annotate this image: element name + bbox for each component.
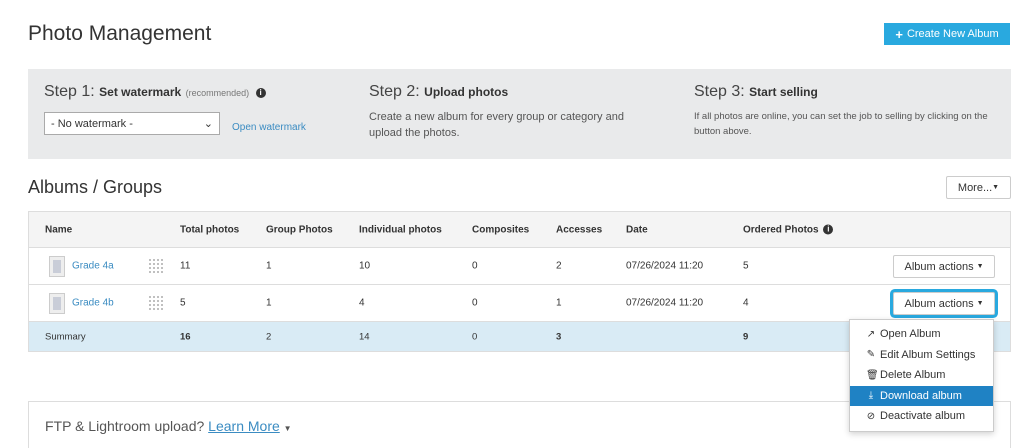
ftp-label: FTP & Lightroom upload? (45, 418, 205, 434)
learn-more-link[interactable]: Learn More (208, 418, 280, 434)
menu-item-delete-album[interactable]: 🗑 Delete Album (850, 365, 993, 386)
step-3-num: Step 3: (694, 83, 745, 100)
info-icon[interactable]: i (823, 224, 834, 234)
album-actions-label: Album actions (904, 297, 974, 310)
ftp-text: FTP & Lightroom upload? Learn More ▼ (45, 418, 292, 434)
table-header: Name Total photos Group Photos Individua… (29, 212, 1010, 248)
caret-down-icon: ▼ (992, 184, 1000, 191)
step-3-text: If all photos are online, you can set th… (694, 111, 988, 137)
col-accesses[interactable]: Accesses (556, 224, 602, 235)
create-new-album-button[interactable]: + Create New Album (884, 23, 1010, 45)
summary-ordered: 9 (743, 331, 749, 342)
composites: 0 (472, 297, 478, 309)
individual-photos: 10 (359, 260, 371, 272)
step-2-num: Step 2: (369, 83, 420, 100)
pencil-icon: ✎ (866, 349, 876, 361)
caret-down-icon: ▼ (976, 263, 984, 270)
album-thumbnail[interactable] (49, 293, 65, 314)
composites: 0 (472, 260, 478, 272)
album-name-link[interactable]: Grade 4b (72, 298, 114, 309)
total-photos: 11 (180, 260, 191, 272)
col-ordered-photos[interactable]: Ordered Photos i (743, 224, 834, 235)
col-name[interactable]: Name (45, 224, 72, 235)
menu-item-label: Download album (880, 389, 962, 402)
accesses: 2 (556, 260, 562, 272)
menu-item-label: Deactivate album (880, 410, 965, 423)
col-date[interactable]: Date (626, 224, 648, 235)
album-actions-menu: ↗ Open Album ✎ Edit Album Settings 🗑 Del… (849, 319, 994, 432)
menu-item-label: Delete Album (880, 369, 946, 382)
step-1-title: Step 1: Set watermark (recommended) i (44, 83, 266, 101)
watermark-select[interactable]: - No watermark - ⌄ (44, 112, 220, 135)
info-icon[interactable]: i (255, 88, 266, 98)
summary-label: Summary (45, 331, 86, 342)
step-2-heading: Upload photos (424, 85, 509, 99)
col-group-photos[interactable]: Group Photos (266, 224, 333, 235)
step-2-text: Create a new album for every group or ca… (369, 111, 624, 139)
ordered-photos: 4 (743, 297, 749, 309)
drag-handle-icon[interactable] (148, 258, 163, 275)
step-1-note: (recommended) (185, 88, 250, 98)
step-3-heading: Start selling (749, 85, 818, 99)
step-3: Step 3: Start selling If all photos are … (694, 83, 994, 139)
download-icon: ⤓ (868, 390, 874, 402)
group-photos: 1 (266, 297, 272, 309)
album-name-link[interactable]: Grade 4a (72, 261, 114, 272)
album-actions-label: Album actions (904, 260, 974, 273)
menu-item-label: Edit Album Settings (880, 348, 976, 361)
chevron-down-icon: ⌄ (203, 118, 213, 130)
steps-panel: Step 1: Set watermark (recommended) i - … (28, 69, 1011, 159)
album-thumbnail[interactable] (49, 256, 65, 277)
summary-group: 2 (266, 331, 272, 342)
summary-accesses: 3 (556, 331, 562, 342)
menu-item-edit-album-settings[interactable]: ✎ Edit Album Settings (850, 345, 993, 366)
col-composites[interactable]: Composites (472, 224, 529, 235)
date: 07/26/2024 11:20 (626, 297, 704, 309)
col-individual-photos[interactable]: Individual photos (359, 224, 442, 235)
step-3-title: Step 3: Start selling (694, 83, 994, 101)
individual-photos: 4 (359, 297, 365, 309)
drag-handle-icon[interactable] (148, 295, 163, 312)
ban-icon: ⊘ (866, 410, 876, 422)
albums-section-title: Albums / Groups (28, 177, 163, 197)
summary-composites: 0 (472, 331, 478, 342)
caret-down-icon: ▼ (976, 300, 984, 307)
plus-icon: + (895, 26, 903, 42)
menu-item-label: Open Album (880, 328, 941, 341)
table-row: Grade 4b 5 1 4 0 1 07/26/2024 11:20 4 Al… (29, 285, 1010, 322)
table-row: Grade 4a 11 1 10 0 2 07/26/2024 11:20 5 … (29, 248, 1010, 285)
menu-item-open-album[interactable]: ↗ Open Album (850, 324, 993, 345)
page-title: Photo Management (28, 22, 212, 45)
menu-item-download-album[interactable]: ⤓ Download album (850, 385, 993, 406)
menu-item-deactivate-album[interactable]: ⊘ Deactivate album (850, 406, 993, 427)
create-new-album-label: Create New Album (906, 28, 999, 40)
ordered-photos: 5 (743, 260, 749, 272)
col-total-photos[interactable]: Total photos (180, 224, 239, 235)
date: 07/26/2024 11:20 (626, 260, 704, 272)
step-1-num: Step 1: (44, 83, 95, 100)
trash-icon: 🗑 (866, 369, 879, 381)
more-label: More... (957, 181, 993, 194)
step-2: Step 2: Upload photos Create a new album… (369, 83, 649, 141)
step-1-heading: Set watermark (99, 85, 182, 99)
open-watermark-link[interactable]: Open watermark (232, 122, 306, 133)
accesses: 1 (556, 297, 562, 309)
watermark-select-value: - No watermark - (51, 117, 133, 130)
step-2-title: Step 2: Upload photos (369, 83, 649, 101)
external-link-icon: ↗ (866, 328, 876, 340)
group-photos: 1 (266, 260, 272, 272)
total-photos: 5 (180, 297, 186, 309)
caret-down-icon[interactable]: ▼ (284, 424, 292, 433)
album-actions-button[interactable]: Album actions ▼ (893, 292, 995, 315)
album-actions-button[interactable]: Album actions ▼ (893, 255, 995, 278)
step-1: Step 1: Set watermark (recommended) i (44, 83, 266, 101)
summary-total: 16 (180, 331, 191, 342)
col-ordered-photos-label: Ordered Photos (743, 224, 819, 235)
more-button[interactable]: More... ▼ (946, 176, 1011, 199)
summary-individual: 14 (359, 331, 370, 342)
